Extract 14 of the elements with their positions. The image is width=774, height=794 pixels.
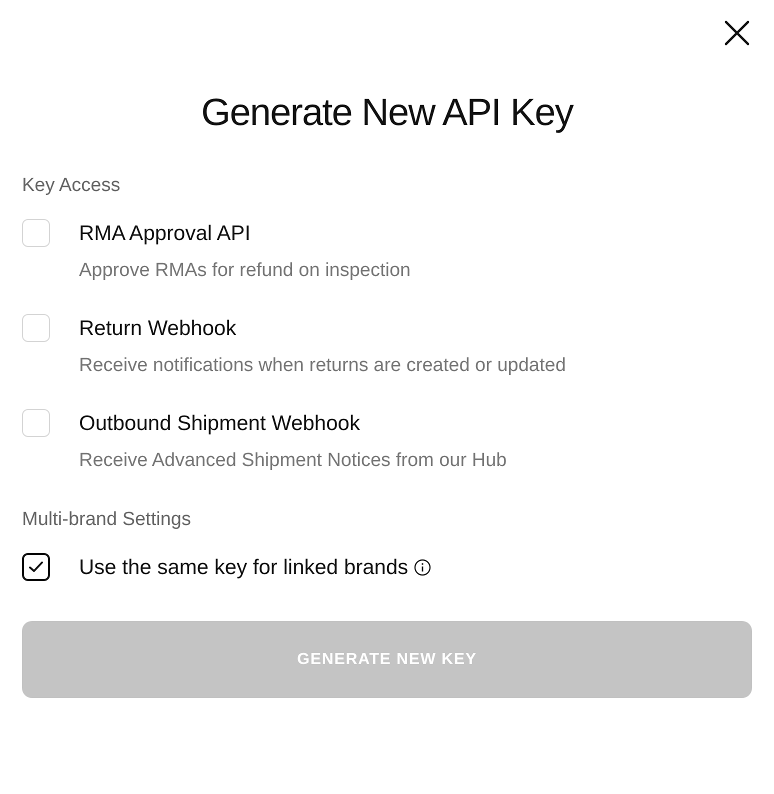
checkbox[interactable] (22, 553, 50, 581)
section-heading: Key Access (22, 176, 122, 195)
option-label: Outbound Shipment Webhook (79, 412, 360, 434)
info-icon[interactable] (414, 558, 432, 576)
dialog-title: Generate New API Key (200, 94, 574, 132)
close-icon[interactable] (724, 20, 750, 46)
option-description: Receive notifications when returns are created or updated (79, 356, 566, 375)
checkmark-icon (28, 559, 44, 575)
section-heading: Multi-brand Settings (22, 510, 192, 529)
option-description: Receive Advanced Shipment Notices from our Hub (79, 451, 507, 470)
option-label: Use the same key for linked brands (79, 556, 408, 578)
option-label: Return Webhook (79, 318, 236, 338)
option-description: Approve RMAs for refund on inspection (79, 261, 411, 280)
option-label: RMA Approval API (79, 222, 251, 244)
